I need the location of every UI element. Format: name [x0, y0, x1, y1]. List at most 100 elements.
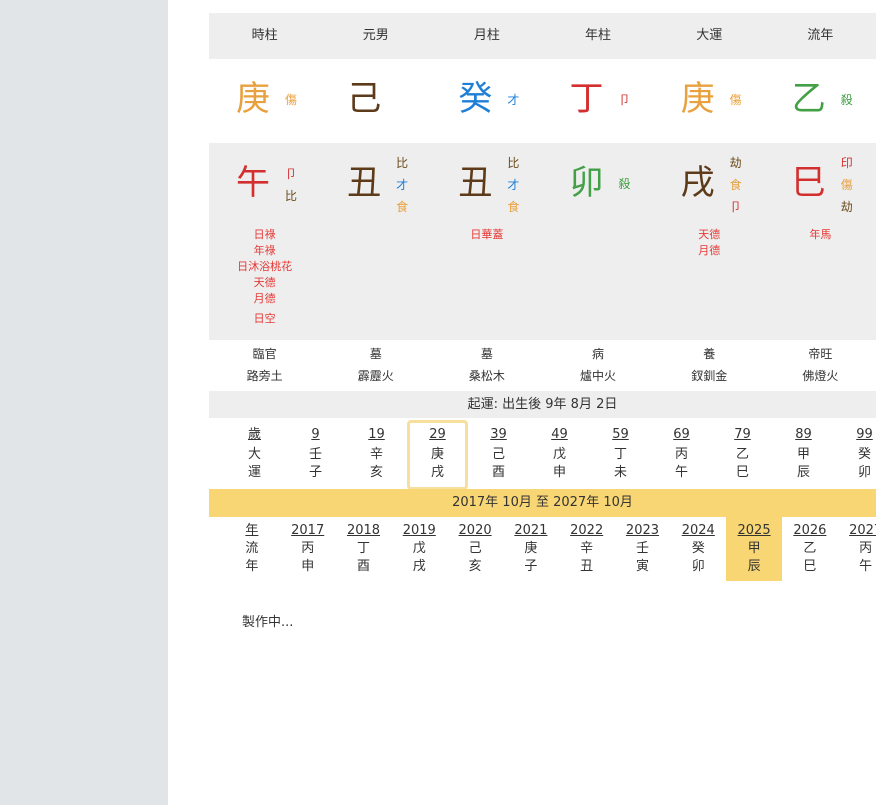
- decade-stem: 癸: [857, 447, 871, 462]
- annual-luck-item[interactable]: 2019 戊戌: [391, 517, 447, 581]
- pillar-header: 時柱: [251, 28, 278, 43]
- annual-luck-item[interactable]: 2023 壬寅: [615, 517, 671, 581]
- annual-year: 2019: [402, 523, 436, 538]
- decade-luck-item[interactable]: 49 戊申: [529, 420, 590, 490]
- annual-luck-item[interactable]: 2026 乙巳: [782, 517, 838, 581]
- hidden-stem-ten-god: 傷: [840, 178, 853, 192]
- decade-luck-item[interactable]: 99 癸卯: [834, 420, 876, 490]
- annual-luck-item[interactable]: 2025 甲辰: [726, 517, 782, 581]
- hidden-stem-ten-god: 比: [396, 156, 409, 170]
- decade-branch: 辰: [796, 465, 810, 480]
- pillar-header: 年柱: [585, 28, 612, 43]
- nayin: 路旁土: [246, 369, 283, 383]
- stem-cell: 乙殺: [765, 59, 876, 141]
- annual-luck-item[interactable]: 2021 庚子: [503, 517, 559, 581]
- decade-branch: 運: [247, 465, 261, 480]
- decade-luck-item[interactable]: 39 己酉: [468, 420, 529, 490]
- hidden-stem-ten-god: 殺: [618, 177, 631, 191]
- hidden-stem-ten-god: 印: [840, 156, 853, 170]
- decade-age: 29: [429, 427, 446, 442]
- earthly-branch: 丑: [347, 163, 382, 203]
- decade-luck-item[interactable]: 79 乙巳: [712, 420, 773, 490]
- stem-ten-god: 傷: [285, 93, 298, 107]
- decade-luck-item[interactable]: 歲大運: [224, 420, 285, 490]
- decade-branch: 未: [613, 465, 627, 480]
- hidden-stem-ten-god: 卩: [285, 167, 298, 181]
- annual-year: 2017: [291, 523, 325, 538]
- annual-luck-item[interactable]: 年流年: [224, 517, 280, 581]
- decade-luck-item[interactable]: 59 丁未: [590, 420, 651, 490]
- sidebar: [0, 0, 168, 805]
- hidden-stem-ten-god: 食: [396, 200, 409, 214]
- shensha-item: 天德: [698, 228, 721, 241]
- shensha-item: 日華蓋: [470, 228, 504, 241]
- annual-stem: 丙: [301, 541, 315, 556]
- nayin: 霹靂火: [357, 369, 394, 383]
- annual-year: 2021: [514, 523, 548, 538]
- decade-luck-item[interactable]: 89 甲辰: [773, 420, 834, 490]
- decade-age: 79: [734, 427, 751, 442]
- hidden-stems: 印傷劫: [841, 152, 853, 218]
- annual-branch: 午: [859, 559, 873, 574]
- hidden-stems: 卩比: [285, 163, 297, 207]
- earthly-branch: 丑: [458, 163, 493, 203]
- hidden-stems: 比才食: [396, 152, 408, 218]
- annual-year: 2020: [458, 523, 492, 538]
- heavenly-stem: 己: [347, 79, 382, 119]
- annual-stem: 壬: [635, 541, 649, 556]
- hidden-stem-ten-god: 比: [507, 156, 520, 170]
- annual-year: 2025: [737, 523, 771, 538]
- annual-year: 2022: [570, 523, 604, 538]
- annual-luck-item[interactable]: 2017 丙申: [280, 517, 336, 581]
- decade-stem: 己: [491, 447, 505, 462]
- stem-ten-god: 殺: [840, 93, 853, 107]
- heavenly-stem: 乙: [791, 79, 826, 119]
- annual-year: 2023: [625, 523, 660, 538]
- decade-branch: 巳: [735, 465, 749, 480]
- life-stage-cell: 養釵釧金: [654, 345, 765, 385]
- shensha-item: 月德: [698, 244, 721, 257]
- shensha-item: 月德: [253, 292, 276, 305]
- decade-branch: 申: [552, 465, 566, 480]
- decade-age: 39: [490, 427, 507, 442]
- annual-branch: 子: [524, 559, 538, 574]
- annual-luck-item[interactable]: 2022 辛丑: [559, 517, 615, 581]
- hidden-stems: 劫食卩: [730, 152, 742, 218]
- life-stage: 病: [592, 347, 605, 361]
- decade-luck-item[interactable]: 19 辛亥: [346, 420, 407, 490]
- decade-luck-item[interactable]: 9 壬子: [285, 420, 346, 490]
- life-stage: 臨官: [252, 347, 277, 361]
- life-stage: 墓: [369, 347, 382, 361]
- decade-stem: 戊: [552, 447, 566, 462]
- shensha-list: 日祿 年祿 日沐浴桃花 天德 月德 日空: [209, 227, 320, 327]
- decade-age: 歲: [247, 427, 261, 442]
- shensha-item: 天德: [253, 276, 276, 289]
- annual-year: 2018: [346, 523, 381, 538]
- stem-ten-god: 才: [507, 93, 520, 107]
- annual-branch: 申: [301, 559, 315, 574]
- annual-luck-item[interactable]: 2020 己亥: [447, 517, 503, 581]
- decade-age: 59: [612, 427, 629, 442]
- shensha-item: 年馬: [809, 228, 832, 241]
- life-stage-cell: 病爐中火: [542, 345, 653, 385]
- decade-luck-item[interactable]: 29 庚戌: [407, 420, 468, 490]
- stem-cell: 己: [320, 59, 431, 141]
- annual-luck-item[interactable]: 2024 癸卯: [670, 517, 726, 581]
- life-stage: 墓: [480, 347, 493, 361]
- annual-luck-item[interactable]: 2018 丁酉: [336, 517, 392, 581]
- decade-stem: 乙: [735, 447, 749, 462]
- annual-stem: 辛: [580, 541, 594, 556]
- branch-cell: 戌劫食卩天德 月德: [654, 143, 765, 340]
- annual-luck-item[interactable]: 2027 丙午: [838, 517, 876, 581]
- decade-age: 89: [795, 427, 812, 442]
- shensha-item: 日祿: [253, 228, 276, 241]
- decade-branch: 酉: [491, 465, 505, 480]
- stem-cell: 癸才: [431, 59, 542, 141]
- decade-luck-item[interactable]: 69 丙午: [651, 420, 712, 490]
- branch-cell: 巳印傷劫年馬: [765, 143, 876, 340]
- decade-age: 19: [368, 427, 385, 442]
- branch-cell: 丑比才食日華蓋: [431, 143, 542, 340]
- annual-branch: 亥: [468, 559, 482, 574]
- annual-stem: 流: [245, 541, 259, 556]
- annual-luck-row: 年流年 2017 丙申 2018 丁酉 2019 戊戌 2020 己亥 2021 庚子 2022 辛丑 2…: [224, 517, 876, 581]
